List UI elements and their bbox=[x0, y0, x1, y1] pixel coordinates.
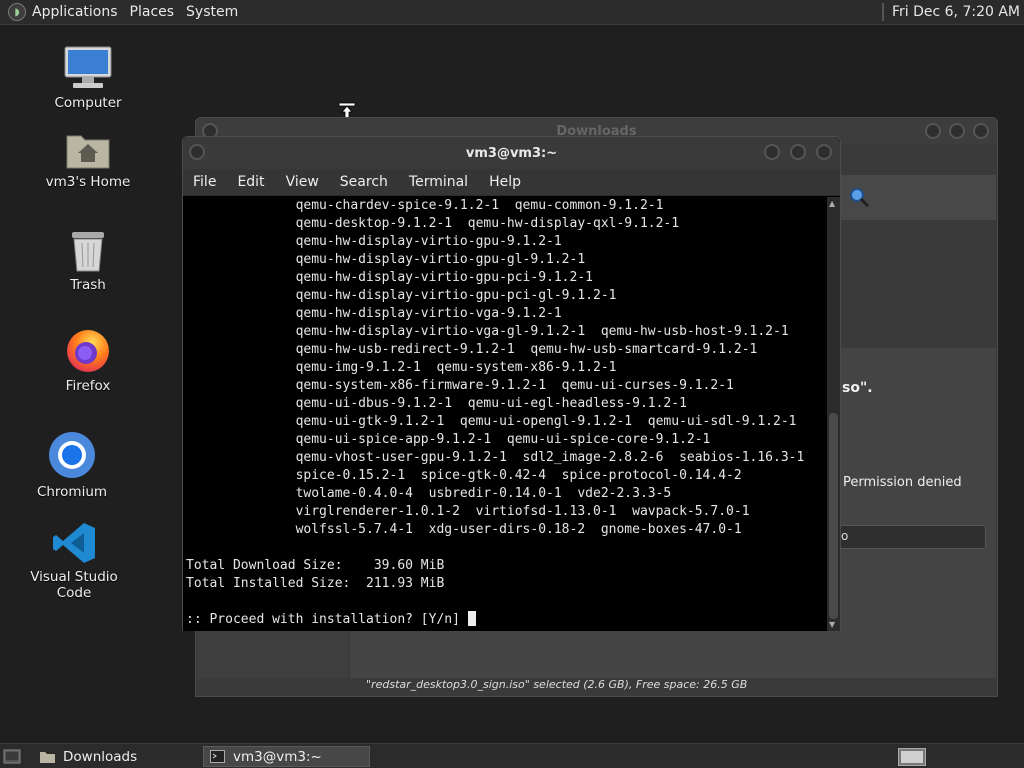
bottom-panel: Downloads vm3@vm3:~ bbox=[0, 743, 1024, 768]
chromium-icon bbox=[49, 432, 95, 478]
system-menu[interactable]: System bbox=[186, 4, 246, 20]
terminal-line: Total Installed Size: 211.93 MiB bbox=[186, 576, 445, 591]
menu-view[interactable]: View bbox=[286, 174, 319, 190]
close-icon[interactable] bbox=[816, 144, 832, 160]
maximize-icon[interactable] bbox=[949, 123, 965, 139]
taskbar-item-terminal[interactable]: vm3@vm3:~ bbox=[203, 746, 370, 767]
maximize-icon[interactable] bbox=[790, 144, 806, 160]
terminal-scrollbar[interactable]: ▲ ▼ bbox=[827, 197, 840, 631]
terminal-window-title: vm3@vm3:~ bbox=[465, 145, 558, 161]
terminal-icon bbox=[210, 750, 225, 763]
taskbar-item-downloads[interactable]: Downloads bbox=[34, 746, 200, 767]
show-desktop-icon[interactable] bbox=[3, 749, 21, 764]
terminal-menubar: File Edit View Search Terminal Help bbox=[183, 169, 840, 196]
permission-denied-text: Permission denied bbox=[843, 475, 962, 490]
dialog-button[interactable]: o bbox=[836, 525, 986, 549]
terminal-line: Total Download Size: 39.60 MiB bbox=[186, 558, 445, 573]
terminal-line: qemu-desktop-9.1.2-1 qemu-hw-display-qxl… bbox=[186, 216, 680, 231]
close-icon[interactable] bbox=[973, 123, 989, 139]
terminal-line: qemu-system-x86-firmware-9.1.2-1 qemu-ui… bbox=[186, 378, 734, 393]
desktop-icon-label: Firefox bbox=[65, 378, 111, 394]
taskbar-item-label: vm3@vm3:~ bbox=[233, 748, 322, 765]
terminal-window[interactable]: vm3@vm3:~ File Edit View Search Terminal… bbox=[182, 136, 841, 631]
scroll-up-icon[interactable]: ▲ bbox=[829, 199, 835, 208]
desktop-icon-chromium[interactable]: Chromium bbox=[12, 430, 132, 500]
desktop-icon-computer[interactable]: Computer bbox=[28, 45, 148, 111]
menu-search[interactable]: Search bbox=[340, 174, 388, 190]
terminal-line: qemu-hw-display-virtio-gpu-pci-gl-9.1.2-… bbox=[186, 288, 617, 303]
places-menu[interactable]: Places bbox=[130, 4, 183, 20]
terminal-line: qemu-ui-spice-app-9.1.2-1 qemu-ui-spice-… bbox=[186, 432, 711, 447]
desktop-icon-label: vm3's Home bbox=[45, 174, 131, 190]
dialog-button-label: o bbox=[841, 529, 849, 543]
search-icon[interactable] bbox=[848, 186, 870, 208]
scrollbar-thumb[interactable] bbox=[829, 413, 838, 619]
trash-icon bbox=[72, 232, 104, 272]
terminal-line: qemu-ui-gtk-9.1.2-1 qemu-ui-opengl-9.1.2… bbox=[186, 414, 797, 429]
terminal-line: qemu-img-9.1.2-1 qemu-system-x86-9.1.2-1 bbox=[186, 360, 617, 375]
terminal-output[interactable]: qemu-chardev-spice-9.1.2-1 qemu-common-9… bbox=[183, 197, 828, 631]
terminal-line: qemu-ui-dbus-9.1.2-1 qemu-ui-egl-headles… bbox=[186, 396, 687, 411]
terminal-line: qemu-hw-usb-redirect-9.1.2-1 qemu-hw-usb… bbox=[186, 342, 758, 357]
desktop-icon-label: Trash bbox=[70, 277, 106, 293]
desktop-icon-home[interactable]: vm3's Home bbox=[28, 128, 148, 190]
applications-menu[interactable]: Applications bbox=[32, 4, 126, 20]
workspace-switcher-icon[interactable] bbox=[898, 748, 926, 766]
terminal-line: qemu-hw-display-virtio-vga-9.1.2-1 bbox=[186, 306, 562, 321]
terminal-line: wolfssl-5.7.4-1 xdg-user-dirs-0.18-2 gno… bbox=[186, 522, 742, 537]
desktop-icon-firefox[interactable]: Firefox bbox=[28, 326, 148, 394]
main-menu-logo-icon[interactable]: ◗ bbox=[8, 3, 26, 21]
computer-icon bbox=[64, 46, 112, 88]
desktop-icon-label: Visual Studio Code bbox=[30, 569, 118, 601]
top-panel: ◗ Applications Places System Fri Dec 6, … bbox=[0, 0, 1024, 25]
terminal-line: qemu-chardev-spice-9.1.2-1 qemu-common-9… bbox=[186, 198, 664, 213]
menu-terminal[interactable]: Terminal bbox=[409, 174, 468, 190]
desktop-icon-trash[interactable]: Trash bbox=[28, 229, 148, 293]
terminal-line: qemu-vhost-user-gpu-9.1.2-1 sdl2_image-2… bbox=[186, 450, 805, 465]
terminal-line: qemu-hw-display-virtio-gpu-gl-9.1.2-1 bbox=[186, 252, 586, 267]
terminal-line: twolame-0.4.0-4 usbredir-0.14.0-1 vde2-2… bbox=[186, 486, 672, 501]
minimize-icon[interactable] bbox=[925, 123, 941, 139]
terminal-titlebar[interactable]: vm3@vm3:~ bbox=[183, 137, 840, 169]
terminal-prompt-line[interactable]: :: Proceed with installation? [Y/n] bbox=[186, 611, 828, 629]
home-folder-icon bbox=[66, 135, 110, 169]
terminal-line: virglrenderer-1.0.1-2 virtiofsd-1.13.0-1… bbox=[186, 504, 750, 519]
vscode-icon bbox=[53, 523, 95, 563]
clock[interactable]: Fri Dec 6, 7:20 AM bbox=[892, 4, 1020, 20]
desktop-icon-vscode[interactable]: Visual Studio Code bbox=[14, 521, 134, 601]
terminal-line: qemu-hw-display-virtio-gpu-pci-9.1.2-1 bbox=[186, 270, 593, 285]
folder-icon bbox=[40, 752, 55, 763]
dialog-message-fragment: so". bbox=[842, 380, 873, 396]
downloads-statusbar: "redstar_desktop3.0_sign.iso" selected (… bbox=[366, 678, 748, 691]
menu-help[interactable]: Help bbox=[489, 174, 521, 190]
desktop-icon-label: Chromium bbox=[36, 484, 108, 500]
taskbar-item-label: Downloads bbox=[63, 748, 138, 765]
desktop-icon-label: Computer bbox=[54, 95, 122, 111]
terminal-line: spice-0.15.2-1 spice-gtk-0.42-4 spice-pr… bbox=[186, 468, 742, 483]
terminal-prompt: :: Proceed with installation? [Y/n] bbox=[186, 612, 468, 627]
menu-edit[interactable]: Edit bbox=[237, 174, 264, 190]
minimize-icon[interactable] bbox=[764, 144, 780, 160]
terminal-line: qemu-hw-display-virtio-vga-gl-9.1.2-1 qe… bbox=[186, 324, 789, 339]
downloads-side-pane bbox=[198, 628, 348, 678]
window-menu-icon[interactable] bbox=[189, 144, 205, 160]
terminal-cursor bbox=[467, 611, 476, 626]
panel-separator bbox=[881, 3, 884, 21]
firefox-icon bbox=[67, 330, 109, 372]
menu-file[interactable]: File bbox=[193, 174, 216, 190]
scroll-down-icon[interactable]: ▼ bbox=[829, 620, 835, 629]
terminal-line: qemu-hw-display-virtio-gpu-9.1.2-1 bbox=[186, 234, 562, 249]
